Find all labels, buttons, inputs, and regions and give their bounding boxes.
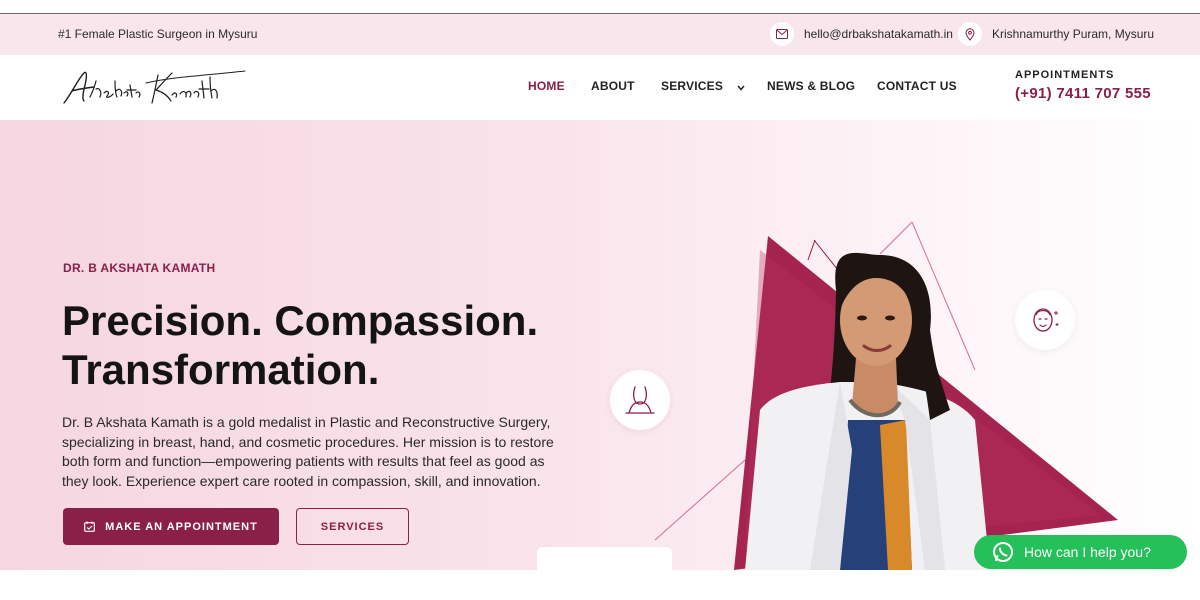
nav-news-blog[interactable]: NEWS & BLOG [767,79,855,93]
whatsapp-icon [992,541,1014,563]
hero-outline-line-5 [654,459,746,541]
email-link[interactable]: hello@drbakshatakamath.in [804,27,953,41]
logo-signature [63,70,246,104]
address-text: Krishnamurthy Puram, Mysuru [992,27,1155,41]
hero-outline-line-1 [807,239,816,261]
hero-headline-line-1: Precision. Compassion. [62,297,539,344]
nav-home[interactable]: HOME [528,79,565,93]
appointments-label: APPOINTMENTS [1015,69,1115,81]
nav-about[interactable]: ABOUT [591,79,635,93]
hero-outline-line-3 [879,221,913,255]
services-button[interactable]: SERVICES [296,508,409,545]
page: #1 Female Plastic Surgeon in Mysuru hell… [0,0,1200,600]
nav-contact-us[interactable]: CONTACT US [877,79,957,93]
nav-services[interactable]: SERVICES [661,79,745,94]
top-info-bar: #1 Female Plastic Surgeon in Mysuru hell… [0,14,1200,55]
address-contact: Krishnamurthy Puram, Mysuru [958,22,1154,46]
logo[interactable] [60,63,250,113]
appointments-phone[interactable]: (+91) 7411 707 555 [1015,85,1151,102]
torso-icon [625,386,655,414]
hero-description: Dr. B Akshata Kamath is a gold medalist … [62,414,554,489]
breast-care-badge [610,370,670,430]
tagline: #1 Female Plastic Surgeon in Mysuru [58,27,258,41]
face-sparkle-icon [1033,308,1059,332]
hero-section: DR. B AKSHATA KAMATH Precision. Compassi… [0,120,1200,570]
floating-card [537,547,672,570]
hero-headline: Precision. Compassion. Transformation. [62,296,538,394]
calendar-icon [84,521,96,532]
face-care-badge [1015,290,1075,350]
whatsapp-chat-button[interactable]: How can I help you? [974,535,1187,569]
email-contact[interactable]: hello@drbakshatakamath.in [770,22,953,46]
chevron-down-icon [737,80,745,94]
appointments-block: APPOINTMENTS (+91) 7411 707 555 [1015,69,1151,102]
make-appointment-label: MAKE AN APPOINTMENT [105,520,258,533]
hero-headline-line-2: Transformation. [62,346,380,393]
whatsapp-label: How can I help you? [1024,544,1151,560]
site-header: HOME ABOUT SERVICES NEWS & BLOG CONTACT … [0,55,1200,120]
mail-icon [770,22,794,46]
nav-services-label: SERVICES [661,79,724,93]
hero-eyebrow: DR. B AKSHATA KAMATH [63,261,216,275]
make-appointment-button[interactable]: MAKE AN APPOINTMENT [63,508,279,545]
location-pin-icon [958,22,982,46]
